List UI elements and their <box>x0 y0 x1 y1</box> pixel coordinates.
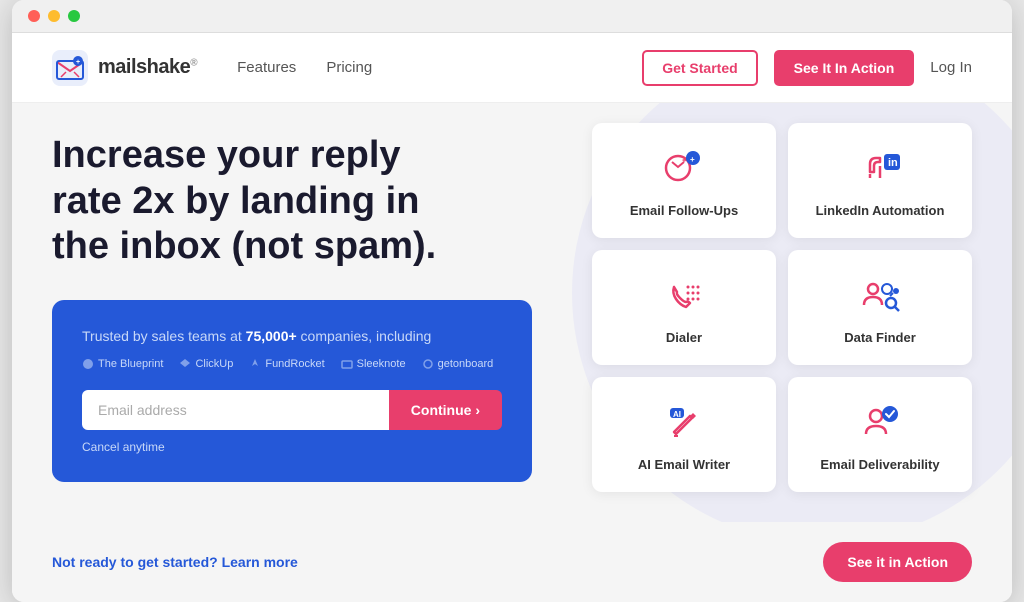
nav-link-features[interactable]: Features <box>237 59 296 76</box>
email-followup-icon: + <box>659 143 709 193</box>
dialer-icon <box>659 270 709 320</box>
feature-label-data-finder: Data Finder <box>844 330 916 345</box>
feature-card-linkedin-automation[interactable]: in LinkedIn Automation <box>788 123 972 238</box>
see-it-in-action-button[interactable]: See It In Action <box>774 50 915 86</box>
nav-link-pricing[interactable]: Pricing <box>326 59 372 76</box>
main-content: Increase your reply rate 2x by landing i… <box>12 103 1012 522</box>
feature-label-dialer: Dialer <box>666 330 702 345</box>
page: + mailshake® Features Pricing Get Starte… <box>12 33 1012 602</box>
company-logo-getonboard: getonboard <box>422 358 494 370</box>
feature-label-ai-writer: AI Email Writer <box>638 457 730 472</box>
company-logo-clickup: ClickUp <box>179 358 233 370</box>
feature-label-linkedin: LinkedIn Automation <box>816 203 945 218</box>
company-logo-sleeknote: Sleeknote <box>341 358 406 370</box>
learn-more-link[interactable]: Not ready to get started? Learn more <box>52 554 298 570</box>
footer-bar: Not ready to get started? Learn more See… <box>12 522 1012 602</box>
get-started-button[interactable]: Get Started <box>642 50 757 86</box>
email-deliverability-icon <box>855 397 905 447</box>
feature-card-email-follow-ups[interactable]: + Email Follow-Ups <box>592 123 776 238</box>
linkedin-icon: in <box>855 143 905 193</box>
mailshake-logo-icon: + <box>52 50 88 86</box>
feature-card-data-finder[interactable]: Data Finder <box>788 250 972 365</box>
browser-window: + mailshake® Features Pricing Get Starte… <box>12 0 1012 602</box>
right-column: + Email Follow-Ups <box>592 103 972 492</box>
cancel-anytime-text: Cancel anytime <box>82 440 502 454</box>
hero-headline: Increase your reply rate 2x by landing i… <box>52 133 472 270</box>
feature-label-email-follow-ups: Email Follow-Ups <box>630 203 738 218</box>
blue-card: Trusted by sales teams at 75,000+ compan… <box>52 300 532 482</box>
trusted-text: Trusted by sales teams at 75,000+ compan… <box>82 328 502 344</box>
feature-card-email-deliverability[interactable]: Email Deliverability <box>788 377 972 492</box>
logo-text: mailshake® <box>98 56 197 79</box>
nav-links: Features Pricing <box>237 59 642 76</box>
feature-card-ai-email-writer[interactable]: AI AI Email Writer <box>592 377 776 492</box>
svg-text:+: + <box>690 155 695 164</box>
email-form: Continue › <box>82 390 502 430</box>
traffic-light-yellow[interactable] <box>48 10 60 22</box>
data-finder-icon <box>855 270 905 320</box>
company-logos: The Blueprint ClickUp FundRocket Sl <box>82 358 502 370</box>
left-column: Increase your reply rate 2x by landing i… <box>52 103 572 492</box>
email-input[interactable] <box>82 390 389 430</box>
continue-button[interactable]: Continue › <box>389 390 502 430</box>
svg-text:in: in <box>888 157 898 169</box>
nav-actions: Get Started See It In Action Log In <box>642 50 972 86</box>
traffic-light-red[interactable] <box>28 10 40 22</box>
ai-writer-icon: AI <box>659 397 709 447</box>
see-action-bottom-button[interactable]: See it in Action <box>823 542 972 582</box>
traffic-light-green[interactable] <box>68 10 80 22</box>
feature-card-dialer[interactable]: Dialer <box>592 250 776 365</box>
navbar: + mailshake® Features Pricing Get Starte… <box>12 33 1012 103</box>
company-logo-blueprint: The Blueprint <box>82 358 163 370</box>
feature-grid: + Email Follow-Ups <box>592 123 972 492</box>
svg-text:+: + <box>76 59 80 66</box>
svg-text:AI: AI <box>673 410 681 419</box>
login-button[interactable]: Log In <box>930 59 972 76</box>
browser-titlebar <box>12 0 1012 33</box>
company-logo-fundrocket: FundRocket <box>249 358 324 370</box>
feature-label-deliverability: Email Deliverability <box>820 457 939 472</box>
logo-area: + mailshake® <box>52 50 197 86</box>
